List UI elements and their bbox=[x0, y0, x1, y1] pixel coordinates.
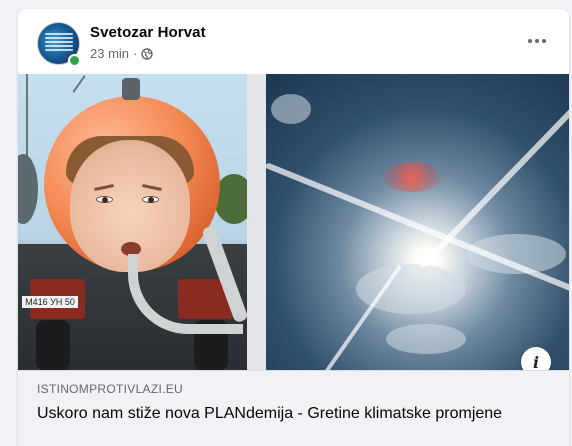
online-status-dot bbox=[68, 54, 81, 67]
eye bbox=[142, 196, 159, 203]
meta-separator: · bbox=[133, 46, 138, 61]
cloud bbox=[386, 324, 466, 354]
post-media[interactable]: M416 УН 50 bbox=[18, 74, 569, 370]
link-domain: ISTINOMPROTIVLAZI.EU bbox=[37, 382, 184, 396]
link-title[interactable]: Uskoro nam stiže nova PLANdemija - Greti… bbox=[37, 403, 537, 424]
license-plate: M416 УН 50 bbox=[22, 296, 78, 308]
tree bbox=[18, 154, 38, 224]
more-options-button[interactable] bbox=[523, 29, 551, 53]
cloud bbox=[271, 94, 311, 124]
tank-cap bbox=[122, 78, 140, 100]
more-dots-icon bbox=[528, 39, 532, 43]
right-image[interactable] bbox=[266, 74, 569, 370]
post-card: Svetozar Horvat 23 min · M416 УН 50 i IS… bbox=[18, 9, 569, 446]
eye bbox=[96, 196, 113, 203]
author-name[interactable]: Svetozar Horvat bbox=[90, 24, 206, 41]
link-preview[interactable]: ISTINOMPROTIVLAZI.EU Uskoro nam stiže no… bbox=[18, 370, 569, 446]
lens-flare bbox=[383, 162, 441, 192]
post-meta: 23 min · bbox=[90, 46, 154, 61]
post-timestamp[interactable]: 23 min bbox=[90, 46, 129, 61]
left-image[interactable]: M416 УН 50 bbox=[18, 74, 247, 370]
post-header: Svetozar Horvat 23 min · bbox=[18, 9, 569, 74]
avatar-text-lines bbox=[45, 33, 73, 53]
globe-icon[interactable] bbox=[141, 47, 154, 60]
wire-line bbox=[72, 75, 86, 93]
truck-wheel bbox=[36, 320, 70, 370]
image-separator bbox=[247, 74, 266, 370]
